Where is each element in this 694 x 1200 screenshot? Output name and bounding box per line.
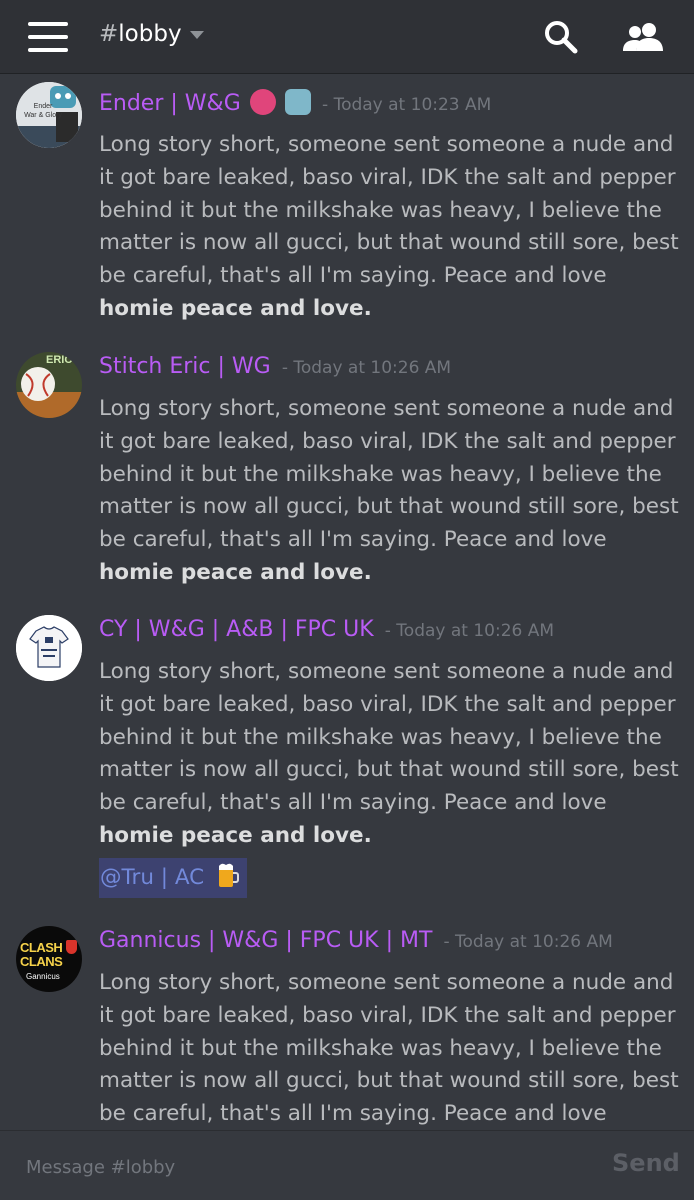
send-button[interactable]: Send <box>612 1149 680 1177</box>
channel-header: #lobby <box>0 0 694 74</box>
timestamp: - Today at 10:26 AM <box>443 932 613 952</box>
message-bold: homie peace and love. <box>99 295 372 321</box>
avatar-caption: CLANS <box>20 954 63 969</box>
message-list[interactable]: Ender War & Glory Ender | W&G - Today at… <box>0 74 694 1130</box>
message-text: Long story short, someone sent someone a… <box>99 656 679 853</box>
menu-icon[interactable] <box>28 22 68 52</box>
avatar-caption: Ender War & Glory <box>24 103 62 119</box>
avatar-caption: ERIC <box>46 354 73 366</box>
timestamp: - Today at 10:26 AM <box>281 358 452 378</box>
author-name[interactable]: Gannicus | W&G | FPC UK | MT <box>99 928 432 953</box>
timestamp: - Today at 10:26 AM <box>384 621 555 641</box>
octopus-emoji-icon <box>249 89 276 115</box>
shield-icon <box>66 940 77 954</box>
robot-emoji-icon <box>284 89 311 115</box>
message-text: Long story short, someone sent someone a… <box>99 129 679 326</box>
message-composer: Send <box>0 1130 694 1200</box>
mention-text: @Tru | AC <box>100 865 205 890</box>
members-icon[interactable] <box>622 22 664 52</box>
shirt-icon <box>16 615 82 681</box>
message-meta: Ender | W&G - Today at 10:23 AM <box>99 89 491 116</box>
beer-emoji-icon <box>219 863 240 887</box>
chevron-down-icon <box>189 30 204 39</box>
avatar-caption: Gannicus <box>26 972 60 981</box>
avatar[interactable] <box>16 615 82 681</box>
message-body: Long story short, someone sent someone a… <box>99 659 679 816</box>
avatar[interactable]: CLASH CLANS Gannicus <box>16 926 82 992</box>
message-meta: CY | W&G | A&B | FPC UK - Today at 10:26… <box>99 617 554 642</box>
message-text: Long story short, someone sent someone a… <box>99 967 679 1130</box>
channel-name-button[interactable]: #lobby <box>99 21 204 47</box>
message-body: Long story short, someone sent someone a… <box>99 970 679 1127</box>
author-name[interactable]: Ender | W&G <box>99 91 241 116</box>
author-name[interactable]: CY | W&G | A&B | FPC UK <box>99 617 374 642</box>
avatar-caption: CLASH <box>20 940 63 955</box>
channel-name: lobby <box>118 21 182 47</box>
message-text: Long story short, someone sent someone a… <box>99 393 679 590</box>
user-mention[interactable]: @Tru | AC <box>99 858 248 898</box>
message-input[interactable] <box>24 1149 568 1185</box>
message-bold: homie peace and love. <box>99 559 372 585</box>
message-meta: Stitch Eric | WG - Today at 10:26 AM <box>99 354 451 379</box>
timestamp: - Today at 10:23 AM <box>322 95 492 115</box>
author-name[interactable]: Stitch Eric | WG <box>99 354 271 379</box>
avatar[interactable]: Ender War & Glory <box>16 82 82 148</box>
avatar[interactable]: ERIC <box>16 352 82 418</box>
message-body: Long story short, someone sent someone a… <box>99 396 679 553</box>
message-bold: homie peace and love. <box>99 822 372 848</box>
message-meta: Gannicus | W&G | FPC UK | MT - Today at … <box>99 928 613 953</box>
message-body: Long story short, someone sent someone a… <box>99 132 679 289</box>
search-icon[interactable] <box>544 20 578 54</box>
channel-hash: # <box>99 21 119 47</box>
